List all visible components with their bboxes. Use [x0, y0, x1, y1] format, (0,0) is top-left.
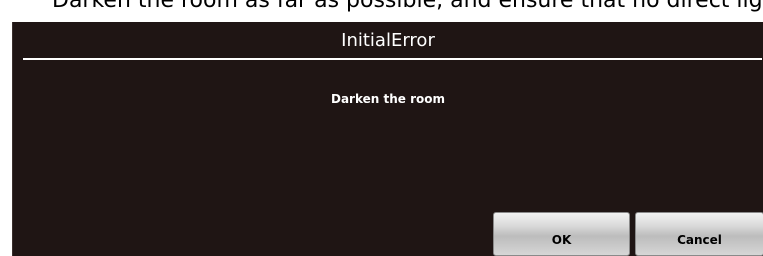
background-instruction-text: Darken the room as far as possible, and … [52, 0, 763, 13]
error-dialog: InitialError Darken the room OK Cancel [12, 22, 763, 256]
title-divider [23, 58, 762, 60]
cancel-button[interactable]: Cancel [635, 212, 763, 256]
dialog-message: Darken the room [331, 92, 445, 106]
ok-button[interactable]: OK [493, 212, 630, 256]
dialog-title: InitialError [341, 30, 435, 51]
background-instruction-strip: Darken the room as far as possible, and … [0, 0, 763, 22]
